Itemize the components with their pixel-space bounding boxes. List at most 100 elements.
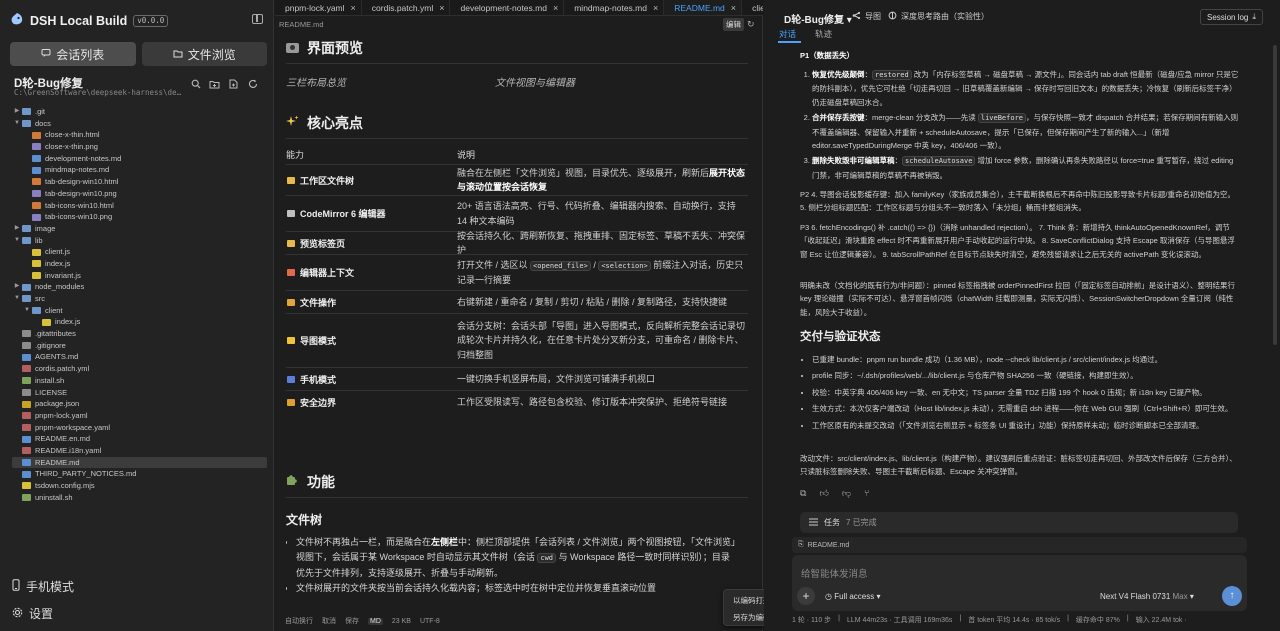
tree-file[interactable]: index.js [12,258,267,270]
close-icon[interactable]: × [553,3,558,13]
session-title[interactable]: D轮-Bug修复 ▾ [784,11,852,26]
chevron-down-icon[interactable]: ▼ [12,235,22,247]
edit-button[interactable]: 编辑 [723,18,744,31]
close-icon[interactable]: × [439,3,444,13]
tree-file[interactable]: pnpm-workspace.yaml [12,422,267,434]
md-file-icon [22,435,31,443]
refresh-icon[interactable] [247,79,258,90]
tree-folder[interactable]: ▶ .git [12,106,267,118]
editor-tab[interactable]: pnpm-lock.yaml × [275,0,362,15]
new-folder-icon[interactable] [209,79,220,90]
tree-file[interactable]: cordis.patch.yml [12,363,267,375]
tree-file[interactable]: close-x-thin.html [12,129,267,141]
tree-file[interactable]: index.js [12,316,267,328]
deep-think-route-button[interactable]: 深度思考路由（实验性） [888,11,989,22]
tree-file[interactable]: client.js [12,246,267,258]
close-icon[interactable]: × [653,3,658,13]
delivery-item: 工作区原有的未提交改动（「文件浏览右侧显示 + 标签条 UI 重设计」功能）保持… [812,419,1240,432]
send-button[interactable]: ↑ [1222,586,1242,606]
tree-file[interactable]: development-notes.md [12,153,267,165]
thumbs-up-icon[interactable]: 👍︎ [819,488,828,499]
close-icon[interactable]: × [351,3,356,13]
tree-file[interactable]: uninstall.sh [12,492,267,504]
tree-folder[interactable]: ▶ node_modules [12,281,267,293]
word-wrap-toggle[interactable]: 自动换行 [285,616,313,626]
mindmap-button[interactable]: 导图 [852,11,881,22]
tab-chat[interactable]: 对话 [779,28,796,40]
tree-file[interactable]: tab-design-win10.png [12,188,267,200]
attached-file-chip[interactable]: ⎘ README.md [792,537,1247,553]
tree-file[interactable]: LICENSE [12,387,267,399]
editor-tab[interactable]: client.js× [742,0,763,15]
file-browser-button[interactable]: 文件浏览 [141,42,267,66]
mindmap-icon [852,11,861,22]
language-badge[interactable]: MD [368,617,383,625]
reload-icon[interactable]: ↻ [747,19,755,30]
add-attachment-button[interactable]: + [797,587,815,605]
tab-trace[interactable]: 轨迹 [815,28,832,40]
editor-tab[interactable]: mindmap-notes.md × [564,0,665,15]
tree-item-label: image [35,223,56,233]
editor-tab[interactable]: cordis.patch.yml × [362,0,451,15]
task-summary-bar[interactable]: 任务 7 已完成 [800,512,1238,533]
chevron-right-icon[interactable]: ▶ [12,223,22,235]
tree-file[interactable]: .gitattributes [12,328,267,340]
chevron-down-icon[interactable]: ▼ [22,305,32,317]
chat-scrollbar[interactable] [1273,45,1277,345]
save-button[interactable]: 保存 [345,616,359,626]
encoding-selector[interactable]: UTF-8 [420,618,440,625]
tree-file[interactable]: tab-icons-win10.png [12,211,267,223]
sidebar-toggle-icon[interactable] [252,14,263,24]
tree-folder[interactable]: ▶ image [12,223,267,235]
tree-file[interactable]: tab-design-win10.html [12,176,267,188]
tree-file[interactable]: tab-icons-win10.html [12,200,267,212]
tree-file[interactable]: mindmap-notes.md [12,164,267,176]
tree-file[interactable]: invariant.js [12,270,267,282]
copy-icon[interactable]: ⧉ [800,488,806,499]
tree-folder[interactable]: ▼ lib [12,235,267,247]
chevron-right-icon[interactable]: ▶ [12,281,22,293]
tree-item-label: .gitattributes [35,329,76,339]
cancel-button[interactable]: 取消 [322,616,336,626]
new-file-icon[interactable] [228,79,239,90]
editor-tab[interactable]: README.md × [664,0,743,15]
tree-item-label: tab-design-win10.png [45,188,117,198]
tree-file[interactable]: README.en.md [12,433,267,445]
divider [286,63,748,64]
tree-folder[interactable]: ▼ client [12,305,267,317]
tree-file[interactable]: AGENTS.md [12,351,267,363]
tree-file[interactable]: README.md [12,456,267,469]
feature-name: CodeMirror 6 编辑器 [300,209,386,219]
tree-file[interactable]: close-x-thin.png [12,141,267,153]
mobile-mode-button[interactable]: 手机模式 [12,578,74,595]
tree-file[interactable]: pnpm-lock.yaml [12,410,267,422]
tree-folder[interactable]: ▼ src [12,293,267,305]
tree-file[interactable]: THIRD_PARTY_NOTICES.md [12,468,267,480]
branch-icon[interactable]: ⑂ [864,488,869,499]
editor-tab[interactable]: development-notes.md × [450,0,565,15]
tree-file[interactable]: .gitignore [12,340,267,352]
model-selector[interactable]: Next V4 Flash 0731 Max ▾ [1100,592,1194,601]
message-composer[interactable]: 给智能体发消息 + ◷ Full access ▾ Next V4 Flash … [792,555,1247,611]
message-input[interactable]: 给智能体发消息 [801,566,868,580]
settings-button[interactable]: 设置 [12,605,53,622]
divider [286,497,748,498]
session-list-button[interactable]: 会话列表 [10,42,136,66]
tree-file[interactable]: tsdown.config.mjs [12,480,267,492]
session-log-button[interactable]: Session log ⤓ [1200,9,1263,25]
tree-file[interactable]: README.i18n.yaml [12,445,267,457]
app-title: DSH Local Build [30,13,128,28]
tree-file[interactable]: package.json [12,398,267,410]
access-mode-selector[interactable]: ◷ Full access ▾ [825,592,880,601]
chevron-down-icon[interactable]: ▼ [12,118,22,130]
chat-icon [41,47,51,61]
tree-file[interactable]: install.sh [12,375,267,387]
tree-folder[interactable]: ▼ docs [12,118,267,130]
close-icon[interactable]: × [731,3,736,13]
thumbs-down-icon[interactable]: 👎︎ [842,488,851,499]
chevron-right-icon[interactable]: ▶ [12,106,22,118]
feature-name-cell: CodeMirror 6 编辑器 [286,207,457,220]
chevron-down-icon[interactable]: ▼ [12,293,22,305]
message-p2: P2 4. 导图会话投影缓存键：加入 familyKey（家族成员集合），主干截… [800,190,1236,213]
search-icon[interactable] [190,79,201,90]
